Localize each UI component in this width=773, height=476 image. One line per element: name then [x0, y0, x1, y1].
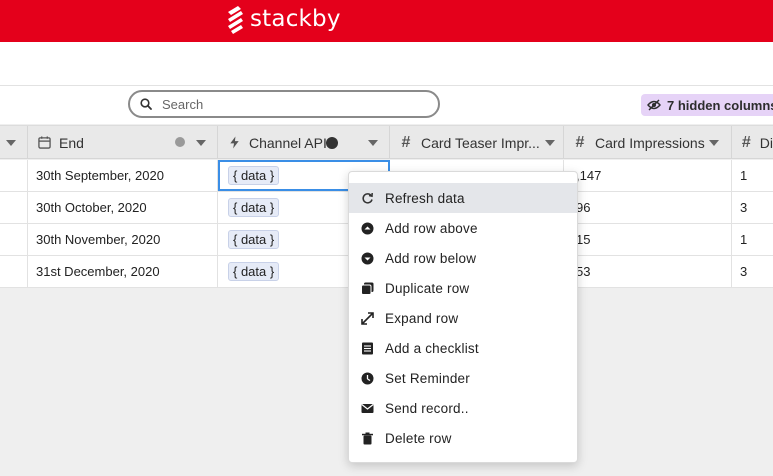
data-tag: { data }: [228, 166, 280, 185]
reminder-icon: [361, 372, 374, 385]
hidden-columns-label: 7 hidden columns: [667, 97, 773, 113]
end-cell[interactable]: 31st December, 2020: [28, 256, 218, 287]
duplicate-icon: [361, 282, 374, 295]
di-cell[interactable]: 1: [732, 160, 773, 191]
menu-item-label: Refresh data: [385, 190, 465, 206]
row-context-menu: Refresh data Add row above Add row below…: [348, 171, 578, 463]
top-bar: stackby: [0, 0, 773, 42]
menu-item-label: Delete row: [385, 430, 452, 446]
column-header-channel-api[interactable]: Channel API: [218, 126, 390, 159]
chevron-down-icon[interactable]: [545, 140, 555, 146]
calendar-icon: [37, 136, 51, 150]
row-number-cell[interactable]: [0, 256, 28, 287]
search-input[interactable]: [162, 96, 422, 112]
sub-header: [0, 42, 773, 86]
stackby-logo-icon: [228, 6, 243, 34]
menu-item-label: Add a checklist: [385, 340, 479, 356]
column-label: Di: [759, 134, 773, 151]
eye-hidden-icon: [647, 99, 661, 111]
hash-icon: #: [401, 133, 411, 151]
refresh-icon: [361, 192, 374, 205]
app-logo[interactable]: stackby: [224, 2, 341, 36]
menu-item-label: Add row above: [385, 220, 478, 236]
menu-item-label: Set Reminder: [385, 370, 470, 386]
arrow-up-circle-icon: [361, 222, 374, 235]
column-header-di[interactable]: # Di: [732, 126, 773, 159]
di-cell[interactable]: 3: [732, 256, 773, 287]
toolbar: 7 hidden columns: [0, 86, 773, 124]
column-header-previous[interactable]: [0, 126, 28, 159]
menu-item-label: Add row below: [385, 250, 477, 266]
column-label: Card Teaser Impr...: [421, 134, 540, 151]
card-impressions-cell[interactable]: ,147: [564, 160, 732, 191]
card-impressions-cell[interactable]: 53: [564, 256, 732, 287]
menu-item-send-record[interactable]: Send record..: [349, 393, 577, 423]
column-header-card-teaser-impressions[interactable]: # Card Teaser Impr...: [390, 126, 564, 159]
column-header-card-impressions[interactable]: # Card Impressions: [564, 126, 732, 159]
search-box[interactable]: [128, 90, 440, 118]
menu-item-refresh-data[interactable]: Refresh data: [349, 183, 577, 213]
di-cell[interactable]: 3: [732, 192, 773, 223]
checklist-icon: [361, 342, 374, 355]
menu-item-label: Expand row: [385, 310, 459, 326]
column-label: End: [59, 134, 84, 151]
data-tag: { data }: [228, 230, 280, 249]
menu-item-set-reminder[interactable]: Set Reminder: [349, 363, 577, 393]
card-impressions-cell[interactable]: 15: [564, 224, 732, 255]
hash-icon: #: [575, 133, 585, 151]
trash-icon: [361, 432, 374, 445]
column-header-row: End Channel API # Card Teaser Impr... # …: [0, 125, 773, 159]
chevron-down-icon: [6, 140, 16, 146]
data-tag: { data }: [228, 198, 280, 217]
end-cell[interactable]: 30th September, 2020: [28, 160, 218, 191]
logo-text: stackby: [250, 6, 341, 32]
menu-item-label: Send record..: [385, 400, 469, 416]
hash-icon: #: [741, 133, 751, 151]
arrow-down-circle-icon: [361, 252, 374, 265]
end-cell[interactable]: 30th November, 2020: [28, 224, 218, 255]
menu-item-expand-row[interactable]: Expand row: [349, 303, 577, 333]
menu-item-delete-row[interactable]: Delete row: [349, 423, 577, 453]
menu-item-duplicate-row[interactable]: Duplicate row: [349, 273, 577, 303]
info-icon[interactable]: [175, 137, 185, 147]
row-number-cell[interactable]: [0, 160, 28, 191]
menu-item-add-row-above[interactable]: Add row above: [349, 213, 577, 243]
info-icon[interactable]: [326, 137, 338, 149]
data-tag: { data }: [228, 262, 280, 281]
di-cell[interactable]: 1: [732, 224, 773, 255]
card-impressions-cell[interactable]: 96: [564, 192, 732, 223]
search-icon: [140, 98, 152, 110]
expand-icon: [361, 311, 374, 325]
column-label: Channel API: [249, 134, 327, 151]
menu-item-add-row-below[interactable]: Add row below: [349, 243, 577, 273]
bolt-icon: [227, 136, 241, 150]
chevron-down-icon[interactable]: [196, 140, 206, 146]
menu-item-add-checklist[interactable]: Add a checklist: [349, 333, 577, 363]
column-header-end[interactable]: End: [28, 126, 218, 159]
envelope-icon: [361, 402, 374, 415]
end-cell[interactable]: 30th October, 2020: [28, 192, 218, 223]
chevron-down-icon[interactable]: [709, 140, 719, 146]
hidden-columns-button[interactable]: 7 hidden columns: [641, 94, 773, 116]
menu-item-label: Duplicate row: [385, 280, 470, 296]
column-label: Card Impressions: [595, 134, 705, 151]
row-number-cell[interactable]: [0, 192, 28, 223]
row-number-cell[interactable]: [0, 224, 28, 255]
chevron-down-icon[interactable]: [368, 140, 378, 146]
